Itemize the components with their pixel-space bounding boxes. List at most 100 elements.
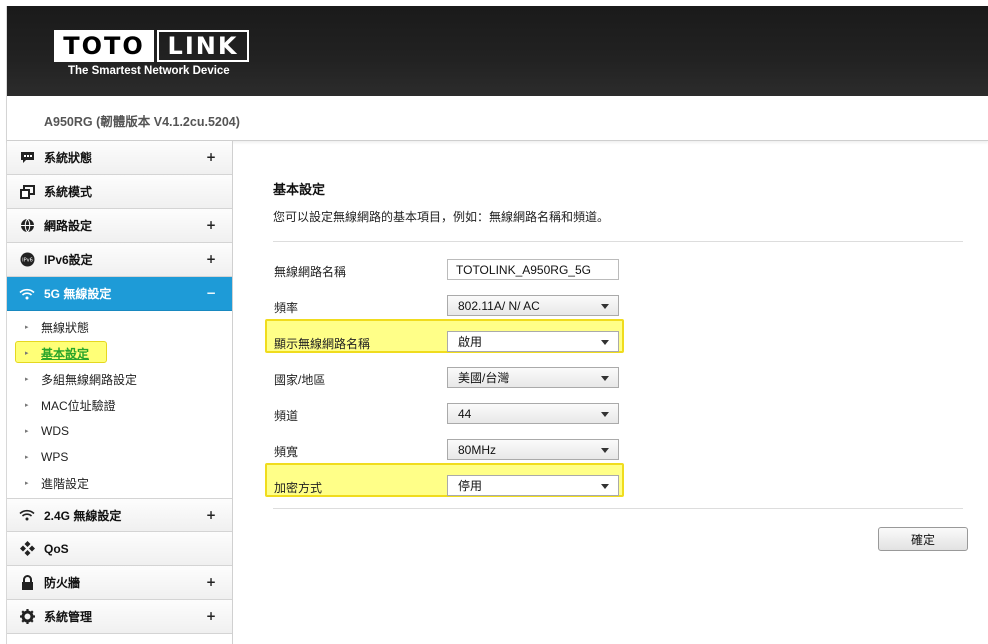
dropdown-arrow-icon	[601, 376, 609, 381]
sidebar-item-label: 5G 無線設定	[44, 287, 112, 301]
region-select[interactable]: 美國/台灣	[447, 367, 619, 388]
wifi-icon	[19, 286, 35, 302]
sidebar-item-label: 系統管理	[44, 610, 93, 624]
tagline: The Smartest Network Device	[68, 65, 230, 77]
select-value: 80MHz	[458, 443, 497, 457]
submenu-item-multi-ssid[interactable]: ▸ 多組無線網路設定	[7, 366, 232, 392]
expand-icon[interactable]: +	[206, 575, 216, 589]
field-row-broadcast-ssid: 顯示無線網路名稱 啟用	[265, 319, 963, 355]
sidebar-item-label: 防火牆	[44, 576, 81, 590]
field-label: 加密方式	[274, 481, 323, 495]
select-value: 美國/台灣	[458, 371, 510, 385]
encryption-select[interactable]: 停用	[447, 475, 619, 496]
dropdown-arrow-icon	[601, 412, 609, 417]
sidebar-item-label: 2.4G 無線設定	[44, 508, 122, 523]
logo-right: LINK	[157, 30, 249, 62]
field-row-ssid: 無線網路名稱 TOTOLINK_A950RG_5G	[273, 259, 963, 283]
sidebar-item-system-status[interactable]: 系統狀態 +	[7, 141, 232, 175]
field-row-bandwidth: 頻寬 80MHz	[273, 439, 963, 463]
sidebar-item-label: 系統狀態	[44, 151, 93, 165]
band-select[interactable]: 802.11A/ N/ AC	[447, 295, 619, 316]
field-label: 頻率	[274, 301, 299, 315]
bullet-icon: ▸	[25, 454, 29, 461]
submenu-item-basic-settings[interactable]: ▸ 基本設定	[7, 340, 232, 366]
ssid-input[interactable]: TOTOLINK_A950RG_5G	[447, 259, 619, 280]
bullet-icon: ▸	[25, 428, 29, 435]
dropdown-arrow-icon	[601, 448, 609, 453]
bullet-icon: ▸	[25, 376, 29, 383]
sidebar-item-firewall[interactable]: 防火牆 +	[7, 566, 232, 600]
lock-icon	[19, 575, 35, 591]
dropdown-arrow-icon	[601, 484, 609, 489]
expand-icon[interactable]: +	[206, 252, 216, 266]
page-description: 您可以設定無線網路的基本項目，例如：無線網路名稱和頻道。	[273, 210, 610, 224]
submenu-item-label: 基本設定	[41, 346, 90, 361]
field-row-band: 頻率 802.11A/ N/ AC	[273, 295, 963, 319]
expand-icon[interactable]: +	[206, 508, 216, 522]
model-firmware: A950RG (韌體版本 V4.1.2cu.5204)	[44, 115, 240, 129]
sidebar-item-24g-wireless[interactable]: 2.4G 無線設定 +	[7, 498, 232, 532]
sidebar-item-label: 網路設定	[44, 219, 93, 233]
status-icon	[19, 150, 35, 166]
model-bar: A950RG (韌體版本 V4.1.2cu.5204)	[7, 96, 988, 141]
submenu-item-wps[interactable]: ▸ WPS	[7, 444, 232, 470]
sidebar-item-ipv6[interactable]: IPv6 IPv6設定 +	[7, 243, 232, 277]
field-label: 頻道	[274, 409, 299, 423]
select-value: 44	[458, 407, 472, 421]
bullet-icon: ▸	[25, 402, 29, 409]
ipv6-icon: IPv6	[19, 252, 35, 268]
ok-button[interactable]: 確定	[878, 527, 968, 551]
submenu-item-label: 進階設定	[41, 476, 90, 491]
wifi-icon	[19, 507, 35, 523]
divider-top	[273, 241, 963, 242]
select-value: 啟用	[458, 335, 483, 349]
sidebar-item-network[interactable]: 網路設定 +	[7, 209, 232, 243]
bullet-icon: ▸	[25, 350, 29, 357]
expand-icon[interactable]: +	[206, 150, 216, 164]
5g-submenu: ▸ 無線狀態 ▸ 基本設定 ▸ 多組無線網路設定 ▸ MAC位址驗證 ▸ WDS	[7, 311, 232, 498]
submenu-item-label: 多組無線網路設定	[41, 372, 138, 387]
submenu-item-label: 無線狀態	[41, 320, 90, 335]
field-row-encryption: 加密方式 停用	[265, 463, 963, 499]
broadcast-ssid-select[interactable]: 啟用	[447, 331, 619, 352]
channel-select[interactable]: 44	[447, 403, 619, 424]
bullet-icon: ▸	[25, 480, 29, 487]
divider-bottom	[273, 508, 963, 509]
router-admin-page: TOTO LINK The Smartest Network Device A9…	[6, 6, 988, 644]
page-title: 基本設定	[273, 182, 326, 197]
field-label: 無線網路名稱	[274, 265, 347, 279]
sidebar-item-system-admin[interactable]: 系統管理 +	[7, 600, 232, 634]
dropdown-arrow-icon	[601, 304, 609, 309]
bandwidth-select[interactable]: 80MHz	[447, 439, 619, 460]
submenu-item-label: MAC位址驗證	[41, 398, 116, 413]
field-label: 國家/地區	[274, 373, 326, 387]
collapse-icon[interactable]: −	[206, 286, 216, 300]
mode-icon	[19, 184, 35, 200]
submenu-item-advanced[interactable]: ▸ 進階設定	[7, 470, 232, 496]
header: TOTO LINK The Smartest Network Device	[7, 6, 988, 96]
expand-icon[interactable]: +	[206, 609, 216, 623]
sidebar: 系統狀態 + 系統模式 網路設定 + IPv6 IPv6設定 + 5G 無線設定…	[7, 141, 233, 644]
totolink-logo: TOTO LINK	[54, 30, 250, 62]
field-row-channel: 頻道 44	[273, 403, 963, 427]
submenu-item-mac-auth[interactable]: ▸ MAC位址驗證	[7, 392, 232, 418]
sidebar-item-label: QoS	[44, 541, 69, 556]
globe-icon	[19, 218, 35, 234]
sidebar-item-label: 系統模式	[44, 185, 93, 199]
gear-icon	[19, 609, 35, 625]
submenu-item-wireless-status[interactable]: ▸ 無線狀態	[7, 314, 232, 340]
field-row-region: 國家/地區 美國/台灣	[273, 367, 963, 391]
expand-icon[interactable]: +	[206, 218, 216, 232]
submenu-item-wds[interactable]: ▸ WDS	[7, 418, 232, 444]
submenu-item-label: WPS	[41, 450, 69, 464]
sidebar-item-qos[interactable]: QoS	[7, 532, 232, 566]
sidebar-item-5g-wireless[interactable]: 5G 無線設定 −	[7, 277, 232, 311]
select-value: 停用	[458, 479, 483, 493]
field-label: 頻寬	[274, 445, 299, 459]
select-value: 802.11A/ N/ AC	[458, 299, 540, 313]
bullet-icon: ▸	[25, 324, 29, 331]
svg-text:IPv6: IPv6	[22, 258, 33, 264]
sidebar-item-system-mode[interactable]: 系統模式	[7, 175, 232, 209]
dropdown-arrow-icon	[601, 340, 609, 345]
field-label: 顯示無線網路名稱	[274, 337, 371, 351]
